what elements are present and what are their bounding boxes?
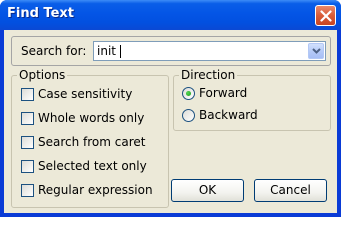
cancel-button[interactable]: Cancel (254, 179, 327, 202)
radio-button[interactable] (182, 87, 195, 100)
checkbox[interactable] (21, 136, 34, 149)
window-title: Find Text (7, 6, 74, 21)
dialog-body: Search for: init Options Case sensitivit… (4, 30, 337, 213)
radio-button[interactable] (182, 109, 195, 122)
checkbox[interactable] (21, 160, 34, 173)
search-input[interactable]: init (97, 44, 116, 58)
chevron-down-icon (312, 48, 321, 54)
search-dropdown-button[interactable] (308, 43, 324, 59)
checkbox-label: Search from caret (38, 135, 146, 149)
search-label: Search for: (21, 44, 87, 58)
radio-label: Backward (199, 108, 258, 122)
close-icon (320, 10, 332, 22)
options-group-title: Options (17, 68, 68, 82)
text-caret (120, 45, 121, 58)
checkbox[interactable] (21, 88, 34, 101)
direction-group: Direction Forward Backward (173, 68, 331, 131)
radio-label: Forward (199, 86, 248, 100)
close-button[interactable] (315, 5, 336, 26)
find-text-dialog: Find Text Search for: init Options Case … (0, 0, 341, 217)
ok-button[interactable]: OK (171, 179, 244, 202)
title-bar[interactable]: Find Text (0, 0, 341, 30)
checkbox-label: Regular expression (38, 183, 153, 197)
window-frame-bottom (0, 213, 341, 217)
checkbox-label: Whole words only (38, 111, 145, 125)
search-group: Search for: init (11, 36, 331, 66)
checkbox[interactable] (21, 184, 34, 197)
direction-group-title: Direction (179, 68, 238, 82)
checkbox[interactable] (21, 112, 34, 125)
checkbox-label: Case sensitivity (38, 87, 133, 101)
search-combobox[interactable]: init (93, 41, 326, 61)
checkbox-label: Selected text only (38, 159, 147, 173)
options-group: Options Case sensitivity Whole words onl… (11, 68, 169, 208)
